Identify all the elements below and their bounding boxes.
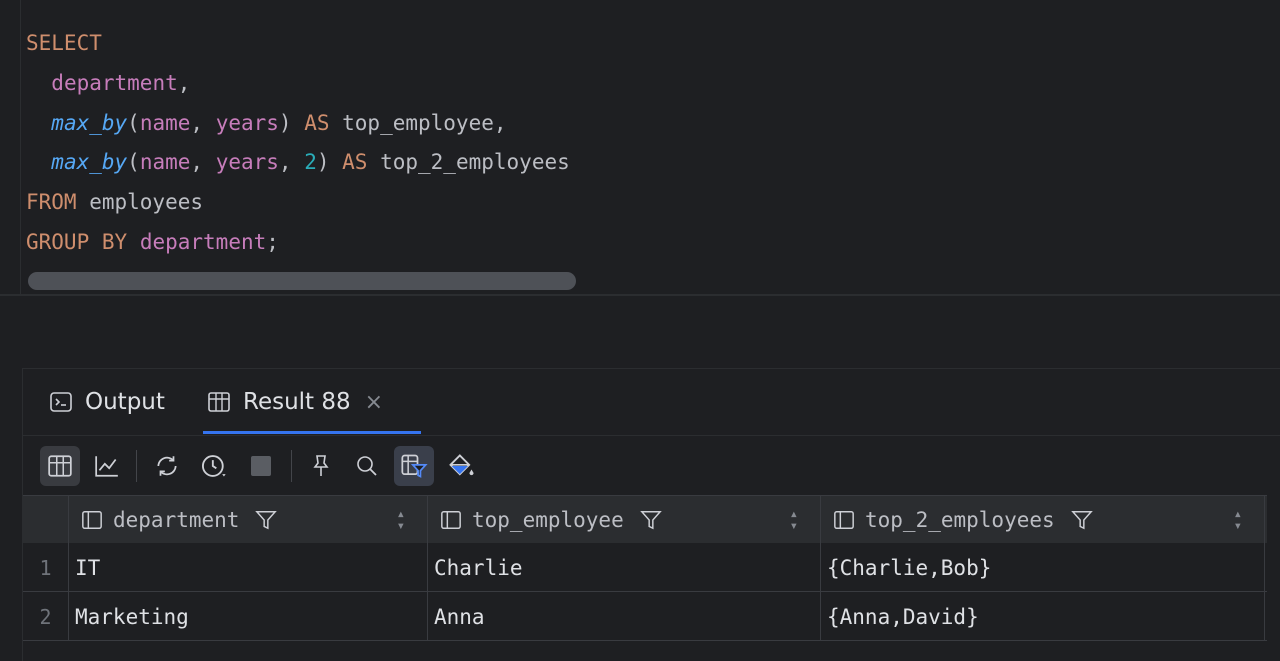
pin-icon[interactable]	[301, 446, 341, 486]
table-row[interactable]: 1 IT Charlie {Charlie,Bob}	[23, 543, 1267, 592]
row-number-header	[23, 496, 69, 544]
code-token: name	[139, 150, 191, 175]
grid-header: department ▴ ▾ top_employee ▴ ▾ top_2_em…	[23, 495, 1267, 544]
active-tab-indicator	[203, 431, 421, 434]
filter-icon[interactable]	[255, 509, 278, 531]
code-line[interactable]: department,	[26, 64, 570, 104]
results-tool-window: Output Result 88 × department ▴ ▾ top_em…	[22, 368, 1280, 661]
code-token: department	[51, 70, 178, 95]
editor-empty-area	[0, 296, 1280, 368]
column-header-top-2-employees[interactable]: top_2_employees ▴ ▾	[821, 496, 1265, 544]
code-token: years	[215, 150, 279, 175]
code-line[interactable]: max_by(name, years, 2) AS top_2_employee…	[26, 143, 570, 183]
filter-icon[interactable]	[639, 509, 662, 531]
code-token: ,	[190, 110, 216, 135]
chart-view-icon[interactable]	[87, 446, 127, 486]
sort-icon[interactable]: ▴ ▾	[1234, 507, 1242, 533]
code-area[interactable]: SELECT department, max_by(name, years) A…	[26, 24, 570, 263]
horizontal-scrollbar-thumb[interactable]	[28, 272, 576, 290]
cell-department[interactable]: IT	[69, 543, 428, 592]
column-header-label: top_2_employees	[865, 508, 1055, 532]
refresh-icon[interactable]	[147, 446, 187, 486]
editor-gutter	[20, 0, 21, 296]
code-token: ,	[190, 150, 216, 175]
column-header-label: department	[113, 508, 240, 532]
code-token: department	[139, 229, 267, 254]
terminal-icon	[47, 388, 75, 416]
tool-window-tabs: Output Result 88 ×	[23, 369, 1280, 435]
code-token: AS	[342, 150, 368, 175]
toolbar-separator	[291, 450, 292, 482]
code-token: )	[316, 150, 343, 175]
toolbar-separator	[136, 450, 137, 482]
code-token: ;	[266, 229, 279, 254]
sort-icon[interactable]: ▴ ▾	[790, 507, 798, 533]
code-token: SELECT	[26, 31, 102, 55]
column-icon	[831, 507, 857, 533]
code-token: FROM	[26, 190, 77, 215]
code-token: (	[127, 150, 140, 175]
code-token: max_by	[51, 110, 128, 135]
cell-top-employee[interactable]: Charlie	[428, 543, 821, 592]
code-token: name	[139, 110, 191, 135]
tab-result[interactable]: Result 88 ×	[205, 369, 383, 435]
row-number: 2	[23, 592, 69, 641]
cell-department[interactable]: Marketing	[69, 592, 428, 641]
sort-icon[interactable]: ▴ ▾	[397, 507, 405, 533]
column-header-department[interactable]: department ▴ ▾	[69, 496, 428, 544]
code-token: 2	[304, 150, 317, 175]
table-row[interactable]: 2 Marketing Anna {Anna,David}	[23, 592, 1267, 641]
close-icon[interactable]: ×	[365, 390, 383, 415]
code-token: AS	[304, 110, 330, 135]
cell-top-2-employees[interactable]: {Anna,David}	[821, 592, 1265, 641]
code-token: employees	[76, 190, 204, 215]
code-token: top_employee,	[329, 110, 507, 135]
code-line[interactable]: GROUP BY department;	[26, 223, 570, 263]
table-icon	[205, 388, 233, 416]
code-token: )	[278, 110, 305, 135]
code-token: top_2_employees	[367, 150, 570, 175]
table-view-icon[interactable]	[40, 446, 80, 486]
tab-result-label: Result 88	[243, 389, 351, 415]
cell-top-employee[interactable]: Anna	[428, 592, 821, 641]
search-icon[interactable]	[347, 446, 387, 486]
code-line[interactable]: SELECT	[26, 24, 570, 64]
code-token: ,	[278, 150, 305, 175]
filter-icon[interactable]	[1070, 509, 1093, 531]
results-toolbar	[23, 435, 1280, 497]
column-icon	[438, 507, 464, 533]
filter-icon[interactable]	[394, 446, 434, 486]
tab-output-label: Output	[85, 389, 165, 415]
column-icon	[79, 507, 105, 533]
row-number: 1	[23, 543, 69, 592]
tab-output[interactable]: Output	[47, 369, 165, 435]
cell-top-2-employees[interactable]: {Charlie,Bob}	[821, 543, 1265, 592]
code-token: GROUP BY	[26, 229, 128, 254]
column-header-top-employee[interactable]: top_employee ▴ ▾	[428, 496, 821, 544]
column-header-label: top_employee	[472, 508, 624, 532]
stop-icon[interactable]	[241, 446, 281, 486]
code-token: (	[127, 110, 140, 135]
history-icon[interactable]	[194, 446, 234, 486]
code-line[interactable]: max_by(name, years) AS top_employee,	[26, 104, 570, 144]
paint-bucket-icon[interactable]	[441, 446, 481, 486]
sql-editor[interactable]: SELECT department, max_by(name, years) A…	[0, 0, 1280, 296]
code-token: years	[215, 110, 279, 135]
code-line[interactable]: FROM employees	[26, 183, 570, 223]
code-token: max_by	[51, 150, 128, 175]
code-token: ,	[177, 70, 191, 95]
